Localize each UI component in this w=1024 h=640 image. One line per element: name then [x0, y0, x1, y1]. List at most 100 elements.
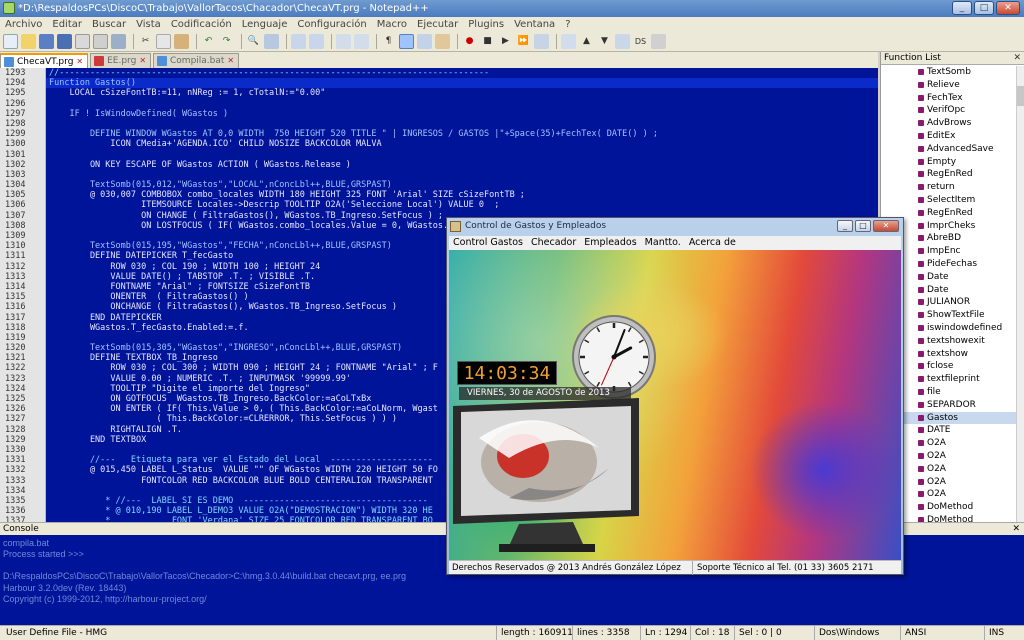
minimize-button[interactable]: _ [952, 1, 972, 15]
window-title-bar[interactable]: *D:\RespaldosPCs\DiscoC\Trabajo\VallorTa… [0, 0, 1024, 17]
sync-horizontal-icon[interactable] [354, 34, 369, 49]
function-list-item[interactable]: Empty [881, 156, 1017, 169]
cut-icon[interactable]: ✂ [138, 34, 153, 49]
code-line[interactable]: @ 030,007 COMBOBOX combo_locales WIDTH 1… [46, 190, 878, 200]
close-button[interactable]: ✕ [996, 1, 1020, 15]
menu-configuracion[interactable]: Configuración [292, 17, 371, 32]
code-line[interactable]: //--------------------------------------… [46, 68, 878, 78]
function-list-item[interactable]: RegEnRed [881, 168, 1017, 181]
window-title: *D:\RespaldosPCs\DiscoC\Trabajo\VallorTa… [18, 3, 429, 14]
menu-ejecutar[interactable]: Ejecutar [412, 17, 463, 32]
function-list-item[interactable]: TextSomb [881, 66, 1017, 79]
function-list-icon[interactable] [561, 34, 576, 49]
code-line[interactable]: ON KEY ESCAPE OF WGastos ACTION ( WGasto… [46, 160, 878, 170]
function-list-item[interactable]: AdvancedSave [881, 143, 1017, 156]
app-menu-control-gastos[interactable]: Control Gastos [449, 236, 527, 250]
close-file-icon[interactable] [75, 34, 90, 49]
copy-icon[interactable] [156, 34, 171, 49]
zoom-in-icon[interactable] [291, 34, 306, 49]
close-all-icon[interactable] [93, 34, 108, 49]
menu-help[interactable]: ? [560, 17, 575, 32]
zoom-out-icon[interactable] [309, 34, 324, 49]
close-panel-icon[interactable]: ✕ [1013, 52, 1021, 65]
line-number: 1320 [5, 343, 26, 354]
code-line[interactable] [46, 150, 878, 160]
show-all-chars-icon[interactable] [399, 34, 414, 49]
code-line[interactable]: TextSomb(015,012,"WGastos","LOCAL",nConc… [46, 180, 878, 190]
app-minimize-button[interactable]: _ [837, 220, 853, 232]
function-list-item[interactable]: VerifOpc [881, 104, 1017, 117]
app-menu-checador[interactable]: Checador [527, 236, 580, 250]
function-list-item[interactable]: SelectItem [881, 194, 1017, 207]
arrow-down-icon[interactable]: ▼ [597, 34, 612, 49]
print-icon[interactable] [111, 34, 126, 49]
word-wrap-icon[interactable]: ¶ [381, 34, 396, 49]
new-file-icon[interactable] [3, 34, 18, 49]
function-list-item[interactable]: EditEx [881, 130, 1017, 143]
function-list-item[interactable]: return [881, 181, 1017, 194]
stop-macro-icon[interactable]: ■ [480, 34, 495, 49]
udl-icon[interactable] [435, 34, 450, 49]
code-line[interactable]: ICON CMedia+'AGENDA.ICO' CHILD NOSIZE BA… [46, 139, 878, 149]
record-macro-icon[interactable]: ● [462, 34, 477, 49]
app-maximize-button[interactable]: □ [855, 220, 871, 232]
scrollbar-thumb[interactable] [1017, 86, 1024, 106]
function-list-item[interactable]: AdvBrows [881, 117, 1017, 130]
open-folder-icon[interactable] [21, 34, 36, 49]
function-list-scrollbar[interactable] [1016, 66, 1024, 522]
redo-icon[interactable]: ↷ [219, 34, 234, 49]
tab-compila[interactable]: Compila.bat ✕ [153, 53, 240, 68]
menu-plugins[interactable]: Plugins [463, 17, 509, 32]
find-icon[interactable]: 🔍 [246, 34, 261, 49]
sync-vertical-icon[interactable] [336, 34, 351, 49]
tab-close-icon[interactable]: ✕ [227, 56, 234, 65]
menu-buscar[interactable]: Buscar [87, 17, 131, 32]
close-console-icon[interactable]: ✕ [1012, 523, 1020, 535]
code-line[interactable]: ITEMSOURCE Locales->Descrip TOOLTIP O2A(… [46, 200, 878, 210]
code-line[interactable]: DEFINE WINDOW WGastos AT 0,0 WIDTH 750 H… [46, 129, 878, 139]
code-line[interactable] [46, 119, 878, 129]
tab-close-icon[interactable]: ✕ [76, 57, 83, 66]
console-title: Console [3, 524, 39, 534]
tab-close-icon[interactable]: ✕ [139, 56, 146, 65]
code-line[interactable]: Function Gastos() [46, 78, 878, 89]
indent-guide-icon[interactable] [417, 34, 432, 49]
menu-vista[interactable]: Vista [131, 17, 166, 32]
save-macro-icon[interactable] [534, 34, 549, 49]
ds-plugin-icon[interactable]: DS [633, 34, 648, 49]
play-multiple-icon[interactable]: ⏩ [516, 34, 531, 49]
tab-ee[interactable]: EE.prg ✕ [90, 53, 152, 68]
app-menu-empleados[interactable]: Empleados [580, 236, 640, 250]
code-line[interactable]: LOCAL cSizeFontTB:=11, nNReg := 1, cTota… [46, 88, 878, 98]
maximize-button[interactable]: □ [974, 1, 994, 15]
line-number: 1296 [5, 98, 26, 109]
plugin-icon[interactable] [615, 34, 630, 49]
line-number: 1323 [5, 373, 26, 384]
replace-icon[interactable] [264, 34, 279, 49]
menu-macro[interactable]: Macro [372, 17, 412, 32]
notepadpp-icon [3, 2, 15, 14]
arrow-up-icon[interactable]: ▲ [579, 34, 594, 49]
play-macro-icon[interactable]: ▶ [498, 34, 513, 49]
app-window[interactable]: Control de Gastos y Empleados _ □ ✕ Cont… [446, 217, 904, 575]
code-line[interactable] [46, 99, 878, 109]
function-list-item[interactable]: FechTex [881, 92, 1017, 105]
undo-icon[interactable]: ↶ [201, 34, 216, 49]
app-menu-acerca[interactable]: Acerca de [685, 236, 740, 250]
code-line[interactable]: IF ! IsWindowDefined( WGastos ) [46, 109, 878, 119]
function-list-item[interactable]: Relieve [881, 79, 1017, 92]
menu-editar[interactable]: Editar [47, 17, 87, 32]
menu-ventana[interactable]: Ventana [509, 17, 560, 32]
menu-codificacion[interactable]: Codificación [166, 17, 237, 32]
code-line[interactable] [46, 170, 878, 180]
app-menu-mantto[interactable]: Mantto. [641, 236, 685, 250]
menu-archivo[interactable]: Archivo [0, 17, 47, 32]
plugin-extra-icon[interactable] [651, 34, 666, 49]
paste-icon[interactable] [174, 34, 189, 49]
app-title-bar[interactable]: Control de Gastos y Empleados _ □ ✕ [447, 218, 903, 235]
app-close-button[interactable]: ✕ [873, 220, 899, 232]
save-all-icon[interactable] [57, 34, 72, 49]
save-icon[interactable] [39, 34, 54, 49]
tab-checavt[interactable]: ChecaVT.prg ✕ [0, 53, 89, 68]
menu-lenguaje[interactable]: Lenguaje [237, 17, 293, 32]
